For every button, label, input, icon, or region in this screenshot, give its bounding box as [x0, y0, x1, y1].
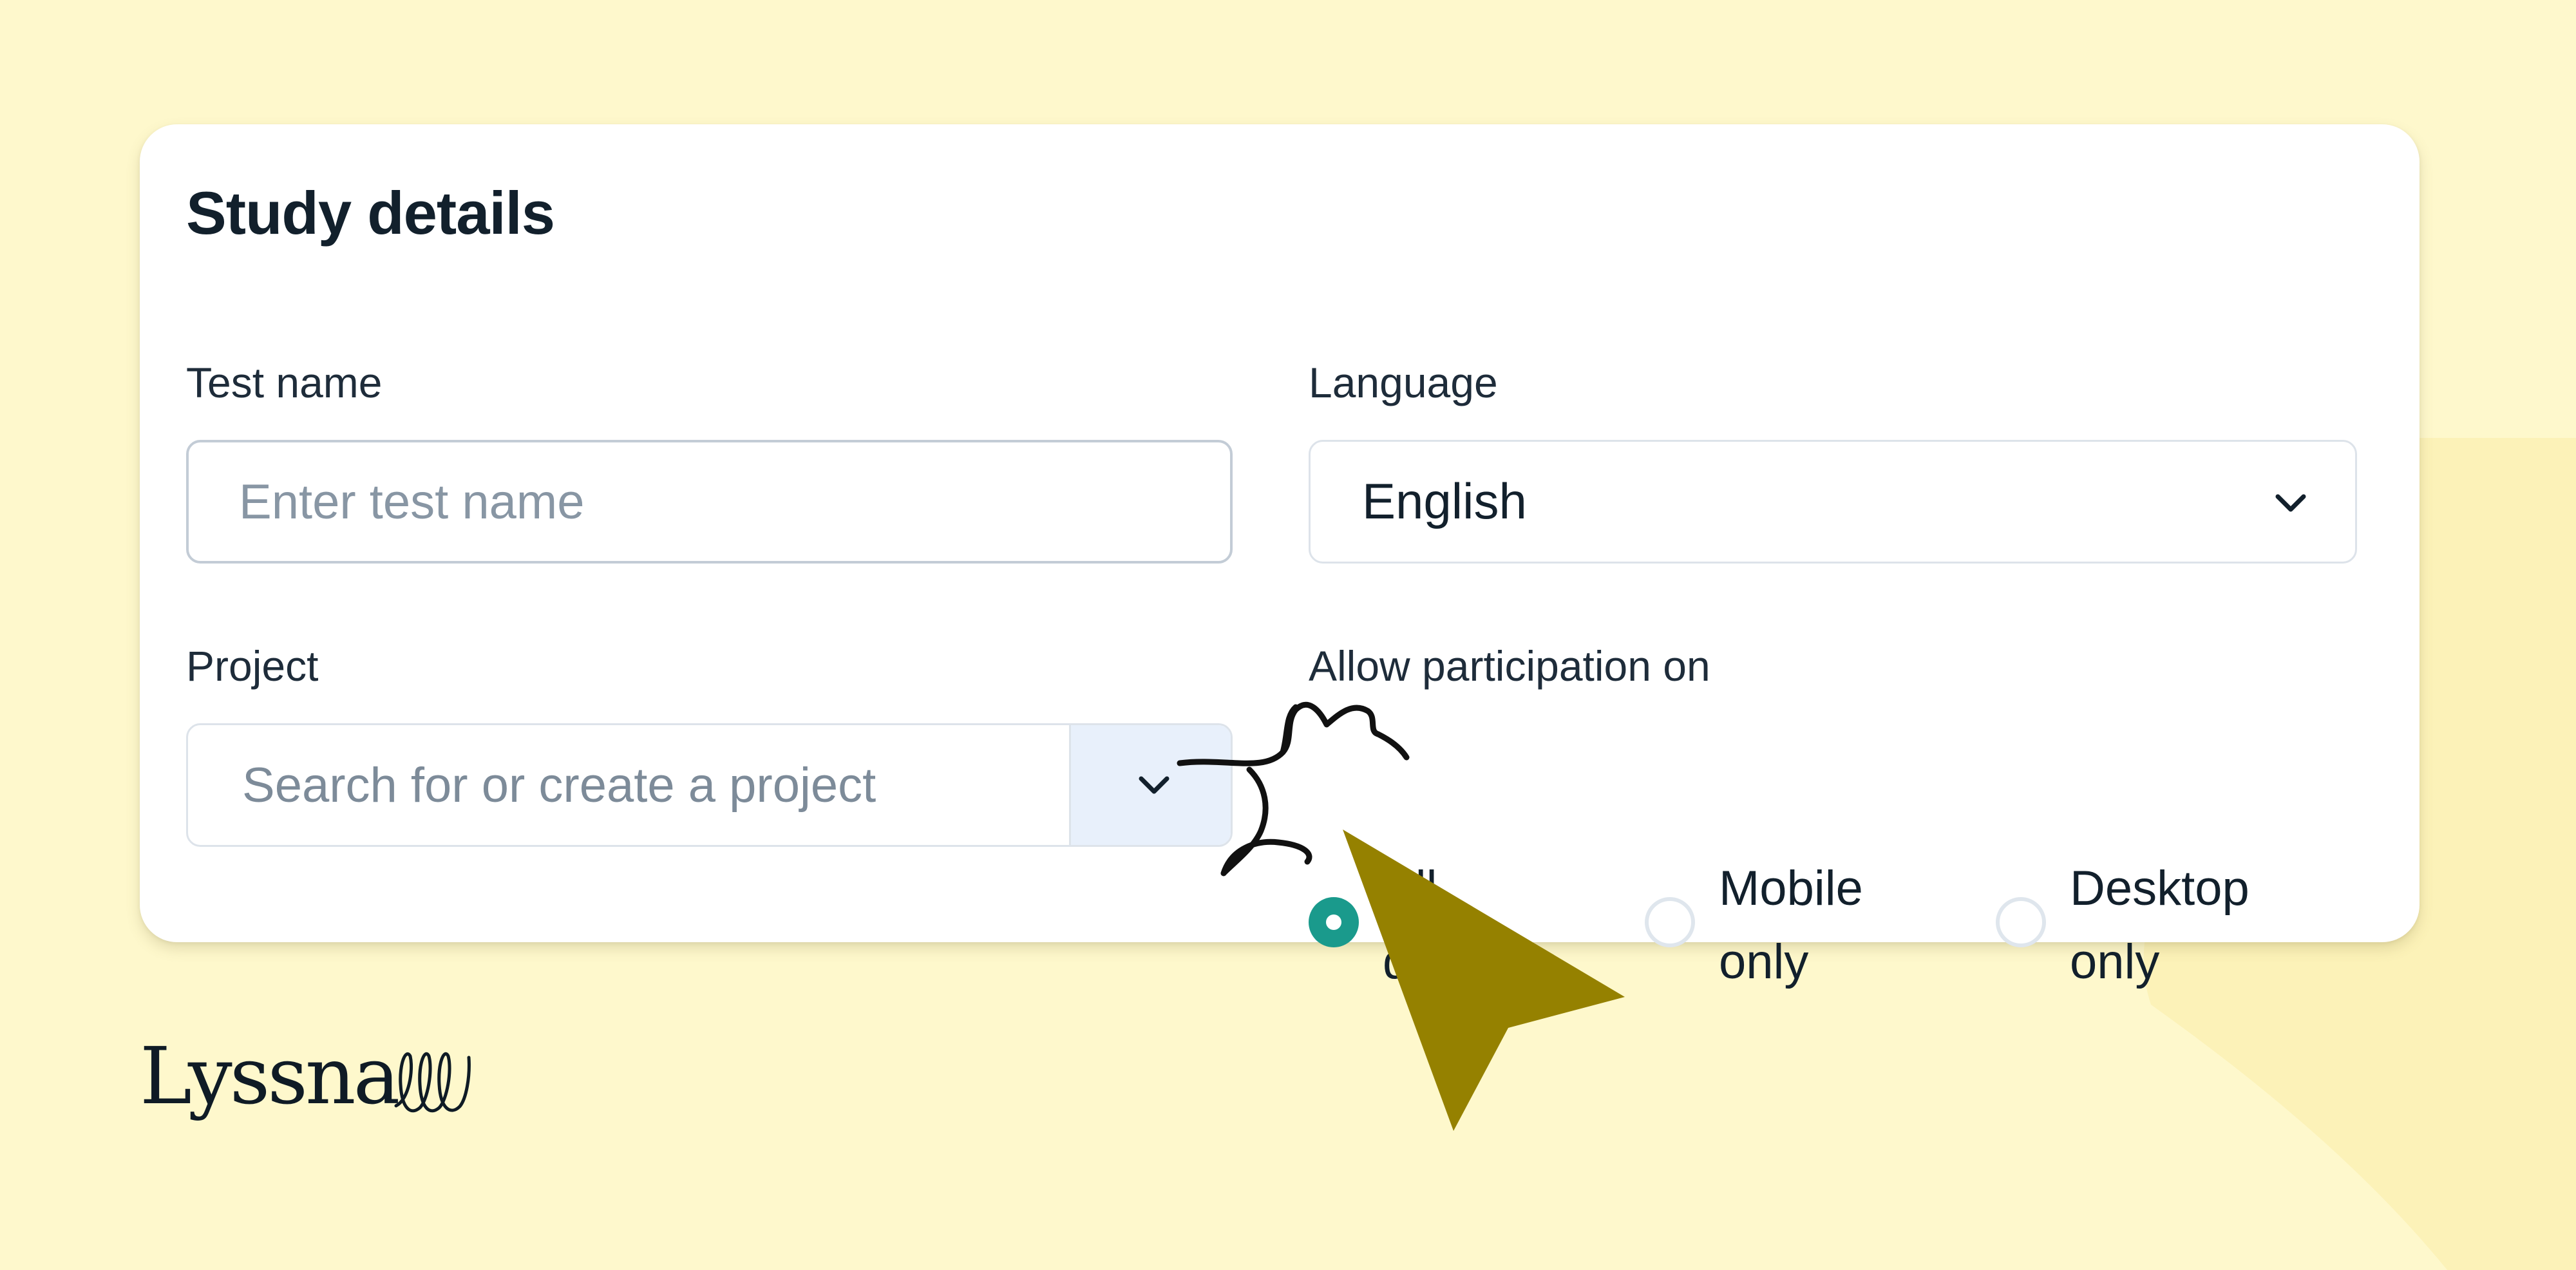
lyssna-logo: Lyssna [140, 1037, 475, 1133]
project-dropdown-button[interactable] [1069, 725, 1231, 845]
chevron-down-icon [2275, 494, 2306, 512]
test-name-label: Test name [186, 359, 383, 406]
participation-label: Allow participation on [1309, 642, 1710, 690]
radio-button[interactable] [1645, 897, 1695, 947]
language-select[interactable]: English [1309, 440, 2357, 564]
study-details-card: Study details Test name Language English… [140, 124, 2420, 989]
radio-label: All devices [1383, 861, 1549, 989]
logo-text: Lyssna [140, 1030, 400, 1122]
loop-scribble-icon [394, 1052, 471, 1113]
language-selected-value: English [1362, 473, 1527, 529]
radio-label: Desktop only [2070, 861, 2249, 989]
project-label: Project [186, 642, 319, 690]
radio-label: Mobile only [1719, 861, 1863, 989]
radio-button-selected[interactable] [1309, 897, 1359, 947]
chevron-down-icon [1139, 776, 1170, 794]
project-combobox [186, 723, 1233, 847]
project-search-input[interactable] [188, 725, 1069, 845]
radio-button[interactable] [1996, 897, 2046, 947]
test-name-input[interactable] [186, 440, 1233, 564]
language-label: Language [1309, 359, 1498, 406]
card-title: Study details [186, 179, 555, 247]
